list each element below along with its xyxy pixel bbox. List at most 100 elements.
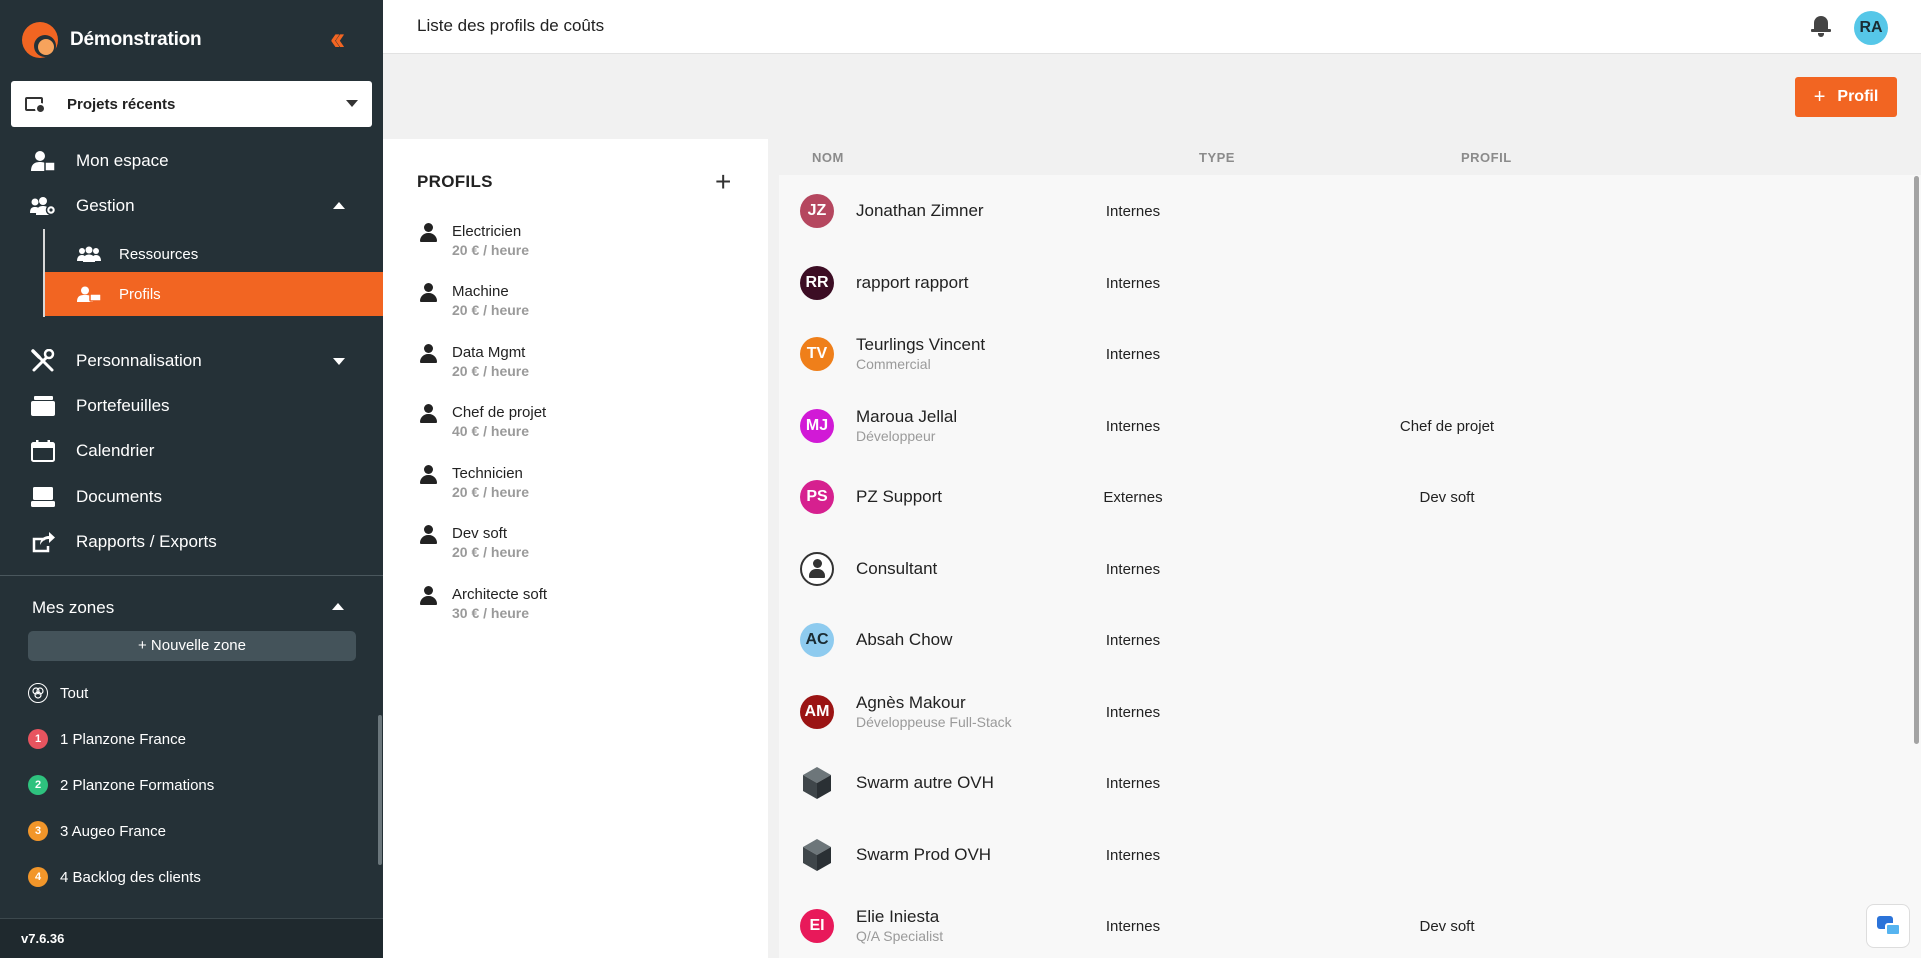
row-name: Absah Chow <box>856 630 953 649</box>
collapse-sidebar-icon[interactable]: ‹‹ <box>330 22 362 54</box>
profile-item[interactable]: Data Mgmt 20 € / heure <box>417 342 747 386</box>
user-icon <box>419 586 437 606</box>
table-row[interactable]: TV Teurlings Vincent Commercial Internes <box>779 318 1921 389</box>
nav-documents-label: Documents <box>76 487 162 506</box>
profile-name: Technicien <box>452 465 523 482</box>
cube-icon <box>803 839 831 871</box>
zone-badge: 2 <box>28 775 48 795</box>
profile-name: Data Mgmt <box>452 344 526 361</box>
row-profile: Dev soft <box>1419 489 1475 506</box>
profile-item[interactable]: Dev soft 20 € / heure <box>417 523 747 567</box>
row-subtitle: Développeur <box>856 428 936 444</box>
bell-icon[interactable] <box>1811 14 1831 38</box>
row-name: rapport rapport <box>856 273 969 292</box>
column-header-type[interactable]: TYPE <box>1199 150 1235 165</box>
zone-label: 4 Backlog des clients <box>60 868 201 886</box>
version-bar: v7.6.36 <box>0 918 383 958</box>
profile-rate: 30 € / heure <box>452 605 530 621</box>
sidebar: Démonstration ‹‹ Projets récents Mon esp… <box>0 0 383 958</box>
row-profile: Dev soft <box>1419 918 1475 935</box>
nav-gestion[interactable]: Gestion <box>0 186 383 226</box>
avatar: EI <box>800 909 834 943</box>
nav-mon-espace-label: Mon espace <box>76 151 169 170</box>
nav-portefeuilles[interactable]: Portefeuilles <box>0 386 383 426</box>
zone-item[interactable]: 1 1 Planzone France <box>28 726 186 752</box>
add-profile-label: Profil <box>1837 88 1879 105</box>
zone-item[interactable]: 4 4 Backlog des clients <box>28 864 201 890</box>
row-type: Internes <box>1105 918 1161 935</box>
profile-rate: 20 € / heure <box>452 242 530 258</box>
nav-ressources-label: Ressources <box>119 245 199 263</box>
avatar: TV <box>800 337 834 371</box>
table-row[interactable]: Consultant Internes <box>779 533 1921 604</box>
zone-badge: 3 <box>28 821 48 841</box>
recent-projects-label: Projets récents <box>67 95 176 113</box>
zone-item[interactable]: 3 3 Augeo France <box>28 818 166 844</box>
profile-rate: 20 € / heure <box>452 484 530 500</box>
profiles-title: PROFILS <box>417 172 493 191</box>
profile-name: Chef de projet <box>452 404 547 421</box>
column-header-name[interactable]: NOM <box>812 150 844 165</box>
add-profile-plus-icon[interactable]: + <box>715 168 731 196</box>
zone-item[interactable]: 2 2 Planzone Formations <box>28 772 214 798</box>
nav-mon-espace[interactable]: Mon espace <box>0 141 383 181</box>
avatar: AM <box>800 695 834 729</box>
row-name: Agnès Makour <box>856 693 966 712</box>
table-row[interactable]: MJ Maroua Jellal Développeur Internes Ch… <box>779 390 1921 461</box>
user-avatar[interactable]: RA <box>1854 11 1888 45</box>
zone-label: 3 Augeo France <box>60 822 166 840</box>
nav-calendrier-label: Calendrier <box>76 441 155 460</box>
zone-item-all[interactable]: Tout <box>28 680 88 706</box>
users-cog-icon <box>30 196 56 216</box>
row-type: Internes <box>1105 203 1161 220</box>
row-subtitle: Commercial <box>856 356 931 372</box>
table-row[interactable]: EI Elie Iniesta Q/A Specialist Internes … <box>779 890 1921 958</box>
user-icon <box>419 283 437 303</box>
user-icon <box>419 404 437 424</box>
document-tray-icon <box>30 487 56 507</box>
table-row[interactable]: PS PZ Support Externes Dev soft <box>779 461 1921 532</box>
nav-personnalisation[interactable]: Personnalisation <box>0 341 383 381</box>
row-name: Teurlings Vincent <box>856 335 986 354</box>
table-row[interactable]: AM Agnès Makour Développeuse Full-Stack … <box>779 676 1921 747</box>
table-row[interactable]: Swarm autre OVH Internes <box>779 747 1921 818</box>
table-header: NOM TYPE PROFIL <box>779 139 1921 175</box>
row-subtitle: Développeuse Full-Stack <box>856 714 1012 730</box>
avatar: MJ <box>800 409 834 443</box>
profile-item[interactable]: Technicien 20 € / heure <box>417 463 747 507</box>
nav-gestion-label: Gestion <box>76 196 135 215</box>
profile-item[interactable]: Electricien 20 € / heure <box>417 221 747 265</box>
row-name: Jonathan Zimner <box>856 201 984 220</box>
profile-rate: 20 € / heure <box>452 302 530 318</box>
cube-icon <box>803 767 831 799</box>
table-row[interactable]: RR rapport rapport Internes <box>779 247 1921 318</box>
row-type: Internes <box>1105 632 1161 649</box>
zone-label: Tout <box>60 684 89 702</box>
row-type: Internes <box>1105 704 1161 721</box>
profile-item[interactable]: Architecte soft 30 € / heure <box>417 584 747 628</box>
chevron-up-icon[interactable] <box>332 603 344 610</box>
sidebar-scrollbar[interactable] <box>378 715 382 865</box>
avatar: JZ <box>800 194 834 228</box>
table-row[interactable]: AC Absah Chow Internes <box>779 604 1921 675</box>
add-profile-button[interactable]: + Profil <box>1795 77 1897 117</box>
row-type: Externes <box>1103 489 1163 506</box>
zone-badge: 1 <box>28 729 48 749</box>
profile-item[interactable]: Chef de projet 40 € / heure <box>417 402 747 446</box>
profile-rate: 40 € / heure <box>452 423 530 439</box>
profile-item[interactable]: Machine 20 € / heure <box>417 281 747 325</box>
new-zone-button[interactable]: + Nouvelle zone <box>28 631 356 661</box>
chat-icon[interactable] <box>1866 904 1910 948</box>
nav-ressources[interactable]: Ressources <box>45 232 383 276</box>
nav-rapports-exports[interactable]: Rapports / Exports <box>0 522 383 562</box>
table-row[interactable]: JZ Jonathan Zimner Internes <box>779 175 1921 246</box>
nav-calendrier[interactable]: Calendrier <box>0 431 383 471</box>
recent-projects-dropdown[interactable]: Projets récents <box>11 81 372 127</box>
row-type: Internes <box>1105 346 1161 363</box>
brand[interactable]: Démonstration <box>22 20 202 60</box>
table-row[interactable]: Swarm Prod OVH Internes <box>779 819 1921 890</box>
nav-documents[interactable]: Documents <box>0 477 383 517</box>
column-header-profile[interactable]: PROFIL <box>1461 150 1512 165</box>
table-scrollbar[interactable] <box>1914 176 1919 744</box>
nav-profils[interactable]: Profils <box>45 272 383 316</box>
